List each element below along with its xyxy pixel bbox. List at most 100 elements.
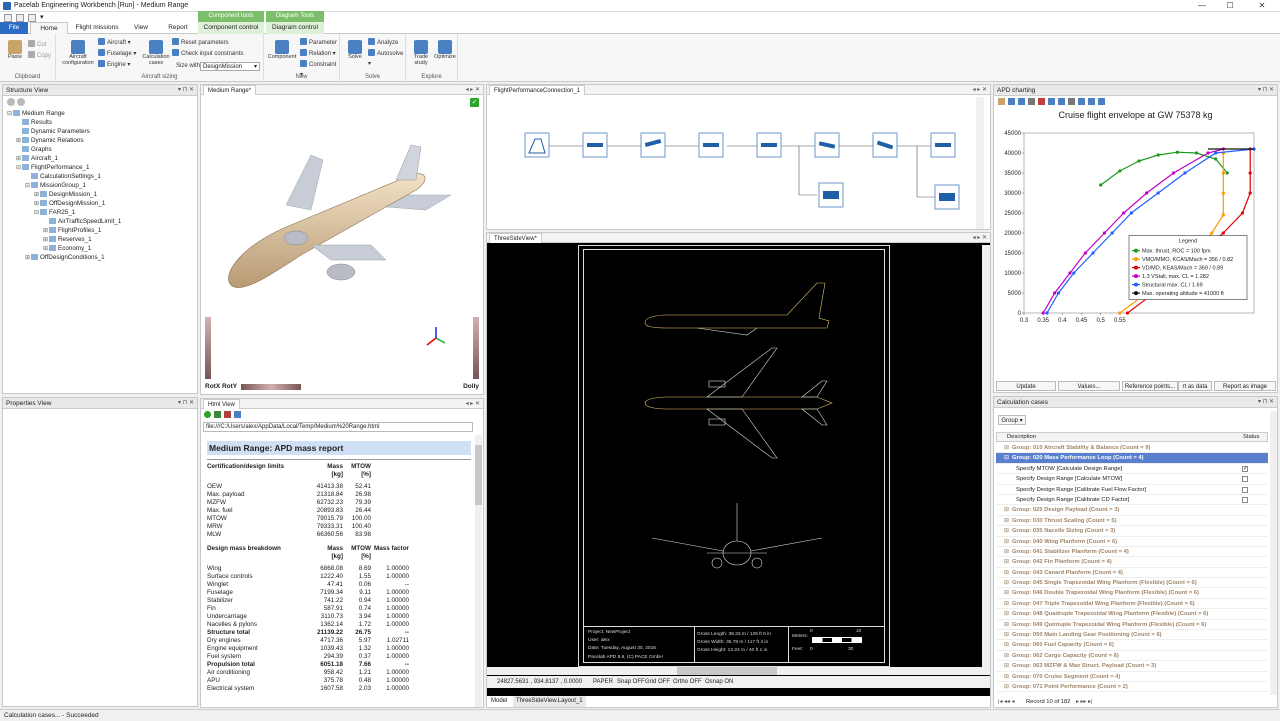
calc-group-row[interactable]: ⊞ Group: 043 Canard Planform (Count = 4) xyxy=(996,568,1268,579)
calc-group-row[interactable]: ⊞ Group: 062 Cargo Capacity (Count = 6) xyxy=(996,651,1268,662)
status-checkbox[interactable] xyxy=(1242,496,1248,503)
expand-toggle-icon[interactable]: ⊞ xyxy=(1004,516,1009,526)
tab-medium-range[interactable]: Medium Range* xyxy=(203,85,257,95)
zoom-in-icon[interactable] xyxy=(1048,98,1055,105)
panel-controls[interactable]: ▾ ⊓ ✕ xyxy=(178,85,194,96)
go-icon[interactable] xyxy=(204,411,211,418)
v-scrollbar[interactable] xyxy=(982,245,990,675)
aircraft-configuration-button[interactable]: Aircraft configuration xyxy=(60,40,96,66)
calc-case-row[interactable]: Specify MTOW [Calculate Design Range] ✓ xyxy=(996,464,1268,475)
tab-html-view[interactable]: Html View xyxy=(203,399,240,409)
calc-group-row[interactable]: ⊟ Group: 020 Mass Performance Loop (Count… xyxy=(996,453,1268,464)
url-field[interactable]: file:///C:/Users/alex/AppData/Local/Temp… xyxy=(203,422,473,432)
expand-toggle-icon[interactable]: ⊞ xyxy=(1004,568,1009,578)
back-icon[interactable] xyxy=(7,98,15,106)
mode-grid[interactable]: Grid OFF xyxy=(645,676,670,688)
col-status[interactable]: Status xyxy=(1243,433,1259,442)
tree-node[interactable]: ⊟ MissionGroup_1 xyxy=(7,181,197,190)
h-scrollbar[interactable] xyxy=(487,667,984,675)
rotx-slider[interactable] xyxy=(205,317,211,379)
refresh-icon[interactable] xyxy=(214,411,221,418)
minimize-button[interactable]: — xyxy=(1188,0,1216,12)
tree-node[interactable]: Dynamic Parameters xyxy=(7,127,197,136)
tree-node[interactable]: ⊞ OffDesignMission_1 xyxy=(7,199,197,208)
fuselage-dropdown[interactable]: Fuselage ▾ xyxy=(98,49,136,59)
tab-view[interactable]: View xyxy=(126,22,156,34)
update-button[interactable]: Update xyxy=(996,381,1056,391)
expand-toggle-icon[interactable]: ⊞ xyxy=(1004,526,1009,536)
cut-button[interactable]: Cut xyxy=(28,40,46,50)
save-icon[interactable] xyxy=(1008,98,1015,105)
expand-toggle-icon[interactable]: ⊞ xyxy=(1004,620,1009,630)
panel-controls[interactable]: ◂ ▸ ✕ xyxy=(466,85,480,96)
autosolve-dropdown[interactable]: Autosolve ▾ xyxy=(368,49,405,67)
status-checkbox[interactable] xyxy=(1242,476,1248,483)
tab-three-side-view[interactable]: ThreeSideView* xyxy=(489,233,542,243)
calculation-cases-button[interactable]: Calculation cases xyxy=(142,40,170,66)
expand-toggle-icon[interactable]: ⊞ xyxy=(1004,651,1009,661)
calc-group-row[interactable]: ⊞ Group: 045 Single Trapezoidal Wing Plan… xyxy=(996,578,1268,589)
engine-dropdown[interactable]: Engine ▾ xyxy=(98,60,130,70)
axis-icon[interactable] xyxy=(1078,98,1085,105)
calc-group-row[interactable]: ⊞ Group: 060 Fuel Capacity (Count = 6) xyxy=(996,640,1268,651)
print-icon[interactable] xyxy=(1018,98,1025,105)
report-as-image-button[interactable]: Report as image xyxy=(1214,381,1276,391)
calc-group-row[interactable]: ⊞ Group: 040 Wing Planform (Count = 6) xyxy=(996,537,1268,547)
tree-node[interactable]: ⊞ OffDesignConditions_1 xyxy=(7,253,197,262)
check-constraints-button[interactable]: Check input constraints xyxy=(172,49,243,59)
calc-group-row[interactable]: ⊞ Group: 046 Double Trapezoidal Wing Plan… xyxy=(996,588,1268,599)
component-button[interactable]: Component xyxy=(266,40,298,64)
expand-toggle-icon[interactable]: ⊞ xyxy=(1004,578,1009,588)
values-button[interactable]: Values... xyxy=(1058,381,1120,391)
tree-node[interactable]: Results xyxy=(7,118,197,127)
panel-controls[interactable]: ▾ ⊓ ✕ xyxy=(178,398,194,409)
trade-study-button[interactable]: Trade study xyxy=(408,40,434,66)
tree-node[interactable]: ⊞ DesignMission_1 xyxy=(7,190,197,199)
panel-controls[interactable]: ◂ ▸ ✕ xyxy=(466,399,480,410)
nav-first-icon[interactable]: |◂ ◂◂ ◂ xyxy=(998,697,1014,707)
calc-group-row[interactable]: ⊞ Group: 050 Main Landing Gear Positionin… xyxy=(996,630,1268,641)
tree-node[interactable]: ⊟ FAR25_1 xyxy=(7,208,197,217)
calc-group-row[interactable]: ⊞ Group: 047 Triple Trapezoidal Wing Plan… xyxy=(996,599,1268,610)
roty-slider[interactable] xyxy=(241,384,301,390)
tab-report[interactable]: Report xyxy=(160,22,196,34)
tab-component-control[interactable]: Component control xyxy=(198,22,264,34)
aircraft-dropdown[interactable]: Aircraft ▾ xyxy=(98,38,131,48)
tab-layout[interactable]: ThreeSideView.Layout_1 xyxy=(513,696,586,707)
nav-next-icon[interactable]: ▸ ▸▸ ▸| xyxy=(1076,697,1092,707)
grid-icon[interactable] xyxy=(1098,98,1105,105)
expand-toggle-icon[interactable]: ⊟ xyxy=(1004,453,1009,463)
tree-node[interactable]: ⊞ Economy_1 xyxy=(7,244,197,253)
analyze-button[interactable]: Analyze xyxy=(368,38,398,48)
expand-toggle-icon[interactable]: ⊞ xyxy=(1004,640,1009,650)
dolly-slider[interactable] xyxy=(473,317,479,379)
reset-parameters-button[interactable]: Reset parameters xyxy=(172,38,229,48)
mode-snap[interactable]: Snap OFF xyxy=(617,676,645,688)
mode-osnap[interactable]: Osnap ON xyxy=(705,676,733,688)
calc-group-row[interactable]: ⊞ Group: 063 MZFW & Max Struct. Payload (… xyxy=(996,661,1268,672)
pan-icon[interactable] xyxy=(1068,98,1075,105)
zoom-out-icon[interactable] xyxy=(1058,98,1065,105)
tree-node[interactable]: Graphs xyxy=(7,145,197,154)
expand-toggle-icon[interactable]: ⊞ xyxy=(1004,588,1009,598)
tree-node[interactable]: ⊞ FlightProfiles_1 xyxy=(7,226,197,235)
tree-node[interactable]: ⊟ Medium Range xyxy=(7,109,197,118)
expand-toggle-icon[interactable]: ⊞ xyxy=(1004,537,1009,547)
copy-icon[interactable] xyxy=(1028,98,1035,105)
open-icon[interactable] xyxy=(998,98,1005,105)
tab-file[interactable]: File xyxy=(0,22,28,34)
mode-paper[interactable]: PAPER xyxy=(593,676,613,688)
calc-case-row[interactable]: Specify Design Range [Calibrate CD Facto… xyxy=(996,495,1268,506)
tree-node[interactable]: AirTrafficSpeedLimit_1 xyxy=(7,217,197,226)
size-with-select[interactable]: DesignMission ▾ xyxy=(200,62,260,71)
expand-toggle-icon[interactable]: ⊞ xyxy=(1004,547,1009,557)
tab-flight-missions[interactable]: Flight missions xyxy=(70,22,124,34)
expand-toggle-icon[interactable]: ⊞ xyxy=(1004,661,1009,671)
expand-toggle-icon[interactable]: ⊞ xyxy=(1004,682,1009,692)
expand-toggle-icon[interactable]: ⊞ xyxy=(1004,672,1009,682)
print-icon[interactable] xyxy=(234,411,241,418)
forward-icon[interactable] xyxy=(17,98,25,106)
tree-node[interactable]: ⊞ Reserves_1 xyxy=(7,235,197,244)
copy-button[interactable]: Copy xyxy=(28,51,51,61)
save-icon[interactable] xyxy=(4,14,12,22)
